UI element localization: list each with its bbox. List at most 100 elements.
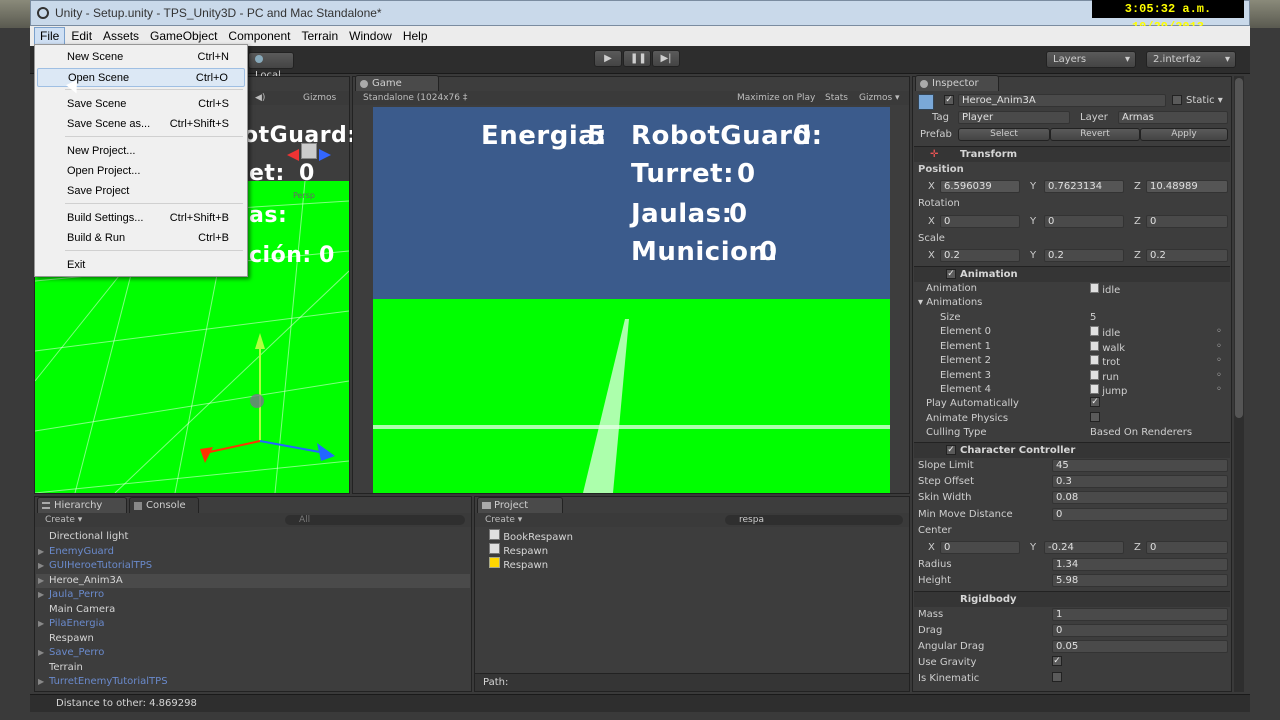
expand-arrow-icon[interactable]: ▶ [38, 617, 44, 631]
animation-element-field[interactable]: idle [1090, 326, 1120, 339]
pivot-local-toggle[interactable]: Local [248, 52, 294, 81]
step-offset-field[interactable]: 0.3 [1052, 475, 1228, 488]
pause-button[interactable]: ❚❚ [623, 50, 651, 67]
project-item[interactable]: BookRespawn [489, 529, 573, 543]
file-menu-item[interactable]: Save Scene Ctrl+S [37, 95, 245, 114]
prefab-revert-button[interactable]: Revert [1050, 128, 1140, 141]
hierarchy-item[interactable]: Respawn [36, 632, 470, 646]
play-automatically-checkbox[interactable]: ✓ [1090, 397, 1100, 408]
tab-game[interactable]: Game [355, 75, 439, 91]
min-move-distance-field[interactable]: 0 [1052, 508, 1228, 521]
object-picker-icon[interactable]: ◦ [1216, 341, 1222, 352]
window-titlebar[interactable]: Unity - Setup.unity - TPS_Unity3D - PC a… [30, 0, 1250, 26]
menu-window[interactable]: Window [344, 28, 397, 44]
hierarchy-search-field[interactable]: All [285, 515, 465, 525]
expand-arrow-icon[interactable]: ▶ [38, 545, 44, 559]
tab-console[interactable]: Console [129, 497, 199, 513]
expand-arrow-icon[interactable]: ▶ [38, 559, 44, 573]
drag-field[interactable]: 0 [1052, 624, 1228, 637]
file-menu-item[interactable]: New Scene Ctrl+N [37, 48, 245, 67]
file-menu-item[interactable]: Build & Run Ctrl+B [37, 229, 245, 248]
object-picker-icon[interactable]: ◦ [1216, 370, 1222, 381]
layers-dropdown[interactable]: Layers ▾ [1046, 51, 1136, 68]
tab-inspector[interactable]: Inspector [915, 75, 999, 91]
animation-element-field[interactable]: trot [1090, 355, 1120, 368]
scene-orientation-gizmo[interactable] [285, 127, 335, 177]
animation-element-field[interactable]: run [1090, 369, 1119, 383]
file-menu-item[interactable]: Save Scene as... Ctrl+Shift+S [37, 115, 245, 134]
expand-arrow-icon[interactable]: ▶ [38, 675, 44, 689]
stats-toggle[interactable]: Stats [825, 91, 848, 105]
center-z-field[interactable]: 0 [1146, 541, 1228, 554]
animations-foldout[interactable]: ▾ Animations [918, 297, 982, 308]
center-y-field[interactable]: -0.24 [1044, 541, 1124, 554]
expand-arrow-icon[interactable]: ▶ [38, 574, 44, 588]
file-menu-item[interactable]: New Project... [37, 142, 245, 161]
audio-icon[interactable]: ◀) [255, 91, 265, 105]
menu-assets[interactable]: Assets [98, 28, 144, 44]
hierarchy-item[interactable]: Main Camera [36, 603, 470, 617]
animation-header[interactable]: Animation [914, 266, 1230, 282]
rotation-x-field[interactable]: 0 [940, 215, 1020, 228]
project-search-field[interactable]: respa [725, 515, 903, 525]
transform-header[interactable]: Transform [914, 146, 1230, 162]
file-menu-item[interactable]: Open Project... [37, 162, 245, 181]
step-button[interactable]: ▶| [652, 50, 680, 67]
object-picker-icon[interactable]: ◦ [1216, 355, 1222, 366]
object-picker-icon[interactable]: ◦ [1216, 384, 1222, 395]
game-gizmos-toggle[interactable]: Gizmos ▾ [859, 91, 900, 105]
center-x-field[interactable]: 0 [940, 541, 1020, 554]
position-x-field[interactable]: 6.596039 [940, 180, 1020, 193]
hierarchy-create-dropdown[interactable]: Create ▾ [45, 513, 82, 527]
size-field[interactable]: 5 [1090, 312, 1096, 323]
hierarchy-item[interactable]: ▶ Save_Perro [36, 646, 470, 660]
inspector-scrollbar[interactable] [1234, 76, 1244, 692]
animation-element-field[interactable]: walk [1090, 340, 1125, 354]
hierarchy-item[interactable]: ▶ Heroe_Anim3A [36, 573, 470, 588]
prefab-select-button[interactable]: Select [958, 128, 1050, 141]
animation-element-field[interactable]: jump [1090, 384, 1127, 397]
scale-z-field[interactable]: 0.2 [1146, 249, 1228, 262]
active-checkbox[interactable]: ✓ [944, 95, 954, 106]
angular-drag-field[interactable]: 0.05 [1052, 640, 1228, 653]
menu-terrain[interactable]: Terrain [296, 28, 343, 44]
game-viewport[interactable]: Energia: 5 RobotGuard: 0 Turret: 0 Jaula… [373, 107, 890, 493]
mass-field[interactable]: 1 [1052, 608, 1228, 621]
tab-project[interactable]: Project [477, 497, 563, 513]
scene-gizmos-button[interactable]: Gizmos [303, 91, 336, 105]
project-item[interactable]: Respawn [489, 543, 548, 557]
expand-arrow-icon[interactable]: ▶ [38, 588, 44, 602]
tag-dropdown[interactable]: Player [958, 111, 1070, 124]
maximize-on-play-toggle[interactable]: Maximize on Play [737, 91, 815, 105]
character-controller-enabled-checkbox[interactable]: ✓ [946, 445, 956, 456]
scrollbar-thumb[interactable] [1235, 78, 1243, 418]
scale-x-field[interactable]: 0.2 [940, 249, 1020, 262]
character-controller-header[interactable]: Character Controller [914, 442, 1230, 458]
project-item[interactable]: Respawn [489, 557, 548, 571]
menu-help[interactable]: Help [398, 28, 433, 44]
menu-component[interactable]: Component [223, 28, 295, 44]
resolution-dropdown[interactable]: Standalone (1024x76 ‡ [363, 91, 467, 105]
expand-arrow-icon[interactable]: ▶ [38, 646, 44, 660]
hierarchy-item[interactable]: ▶ TurretEnemyTutorialTPS [36, 675, 470, 689]
prefab-apply-button[interactable]: Apply [1140, 128, 1228, 141]
scale-y-field[interactable]: 0.2 [1044, 249, 1124, 262]
animation-clip-field[interactable]: idle [1090, 283, 1120, 296]
tab-hierarchy[interactable]: Hierarchy [37, 497, 127, 513]
file-menu-item[interactable]: Exit [37, 256, 245, 275]
slope-limit-field[interactable]: 45 [1052, 459, 1228, 472]
file-menu-item[interactable]: Save Project [37, 182, 245, 201]
object-picker-icon[interactable]: ◦ [1216, 326, 1222, 337]
menu-file[interactable]: File [34, 27, 66, 45]
hierarchy-item[interactable]: ▶ PilaEnergia [36, 617, 470, 631]
menu-edit[interactable]: Edit [66, 28, 97, 44]
hierarchy-item[interactable]: Terrain [36, 661, 470, 675]
layer-dropdown[interactable]: Armas [1118, 111, 1228, 124]
file-menu-item[interactable]: Build Settings... Ctrl+Shift+B [37, 209, 245, 228]
is-kinematic-checkbox[interactable] [1052, 672, 1062, 683]
hierarchy-item[interactable]: Directional light [36, 530, 470, 544]
use-gravity-checkbox[interactable]: ✓ [1052, 656, 1062, 667]
position-z-field[interactable]: 10.48989 [1146, 180, 1228, 193]
static-dropdown[interactable]: Static ▾ [1186, 95, 1223, 106]
menu-gameobject[interactable]: GameObject [145, 28, 222, 44]
